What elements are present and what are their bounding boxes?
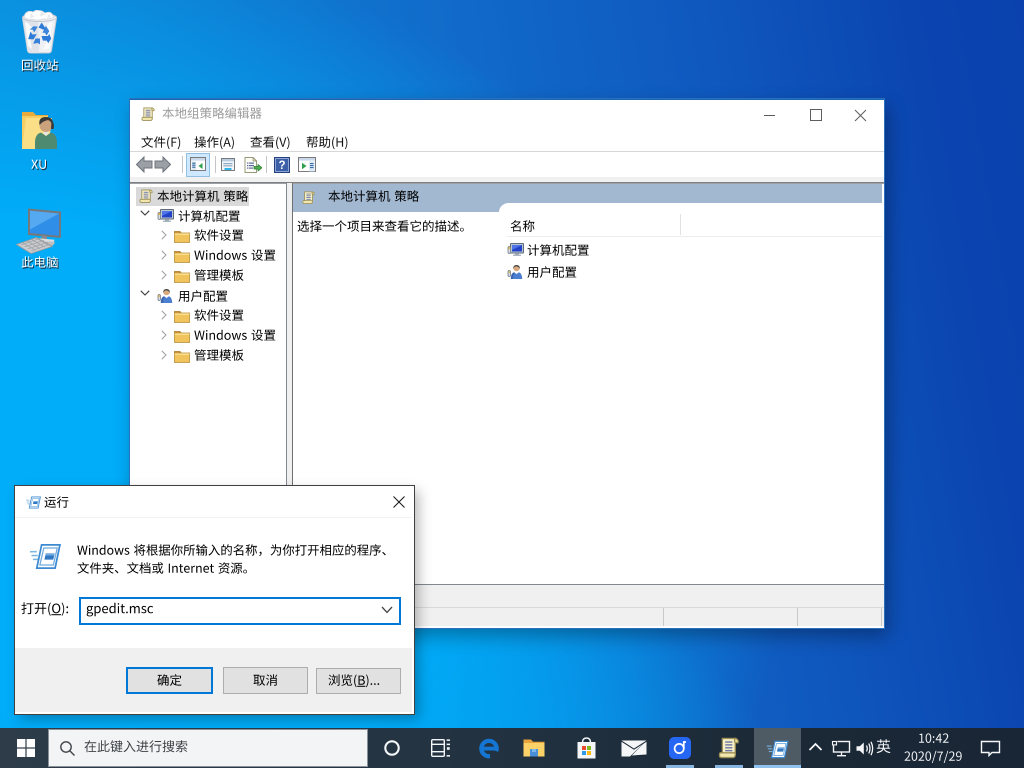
svg-text:?: ?: [278, 160, 285, 172]
